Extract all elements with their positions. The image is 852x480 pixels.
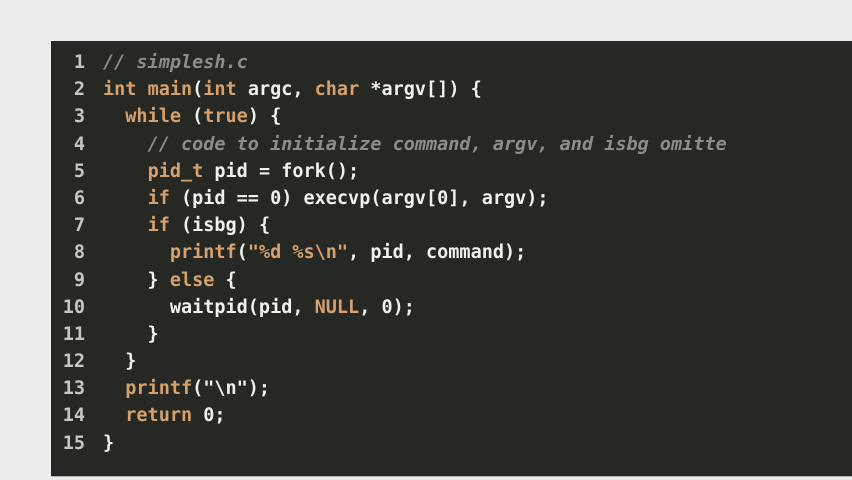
slide: 1// simplesh.c 2 int main(int argc, char *…	[0, 0, 852, 480]
code-token: while	[125, 106, 181, 128]
code-token: pid = fork();	[203, 160, 360, 182]
code-line-1: 1 // simplesh.c	[51, 49, 852, 76]
code-token: "%d %s\n"	[247, 242, 349, 264]
code-block: 1// simplesh.c 2 int main(int argc, char *…	[51, 49, 852, 457]
code-token: , pid, command);	[348, 242, 527, 264]
code-token: (	[192, 79, 204, 101]
code-token: }	[103, 269, 170, 291]
code-panel: 1// simplesh.c 2 int main(int argc, char *…	[51, 41, 852, 476]
line-number: 12	[62, 351, 85, 373]
code-token: int	[203, 79, 237, 101]
line-number: 8	[73, 242, 85, 264]
code-line-2: 2 int main(int argc, char *argv[]) {	[51, 76, 852, 103]
line-number: 13	[62, 378, 85, 400]
code-token: (	[236, 242, 248, 264]
code-line-3: 3 while (true) {	[51, 103, 852, 130]
code-token: }	[103, 432, 115, 454]
code-line-4: 4 // code to initialize command, argv, a…	[51, 131, 852, 158]
line-number: 1	[73, 52, 85, 73]
code-token: pid_t	[147, 160, 204, 182]
code-token: printf	[169, 242, 237, 264]
line-number: 4	[73, 133, 85, 155]
line-number: 14	[62, 405, 85, 427]
code-token: NULL	[314, 296, 360, 318]
code-line-5: 5 pid_t pid = fork();	[51, 158, 852, 185]
code-token: ("\n");	[192, 378, 271, 400]
code-token: }	[103, 351, 137, 373]
line-number: 7	[73, 215, 85, 237]
code-line-15: 15}	[51, 430, 852, 457]
code-line-8: 8 printf("%d %s\n", pid, command);	[51, 239, 852, 266]
code-token: *argv[]) {	[359, 79, 482, 101]
code-line-13: 13 printf("\n");	[51, 375, 852, 402]
code-token: main	[147, 79, 193, 101]
code-line-7: 7 if (isbg) {	[51, 212, 852, 239]
code-token: if	[147, 215, 170, 237]
code-token: printf	[125, 378, 193, 400]
code-token: waitpid(pid,	[103, 296, 315, 318]
line-number: 6	[73, 187, 85, 209]
code-token: ) {	[247, 106, 282, 128]
code-token: , 0);	[359, 296, 415, 318]
code-line-9: 9 } else {	[51, 267, 852, 294]
code-token: argc,	[236, 79, 315, 101]
line-number: 5	[73, 160, 85, 182]
code-token: return	[125, 405, 193, 427]
code-line-12: 12 }	[51, 348, 852, 375]
code-token: // simplesh.c	[103, 52, 248, 73]
line-number: 9	[73, 269, 85, 291]
code-token: }	[103, 323, 159, 345]
code-token: (pid == 0) execvp(argv[0], argv);	[169, 187, 549, 209]
line-number: 11	[62, 323, 85, 345]
code-token: int	[103, 79, 137, 101]
code-token: {	[214, 269, 237, 291]
line-number: 15	[62, 432, 85, 454]
code-line-10: 10 waitpid(pid, NULL, 0);	[51, 294, 852, 321]
code-line-11: 11 }	[51, 321, 852, 348]
code-token: 0;	[192, 405, 226, 427]
line-number: 2	[73, 79, 85, 101]
line-number: 3	[73, 106, 85, 128]
code-token: (	[180, 106, 204, 128]
code-line-6: 6 if (pid == 0) execvp(argv[0], argv);	[51, 185, 852, 212]
code-line-14: 14 return 0;	[51, 402, 852, 429]
code-token: // code to initialize command, argv, and…	[147, 133, 727, 155]
code-token: true	[203, 106, 248, 128]
code-token: if	[147, 187, 170, 209]
code-token: (isbg) {	[169, 215, 271, 237]
line-number: 10	[62, 296, 85, 318]
code-token: char	[314, 79, 360, 101]
code-token: else	[169, 269, 215, 291]
